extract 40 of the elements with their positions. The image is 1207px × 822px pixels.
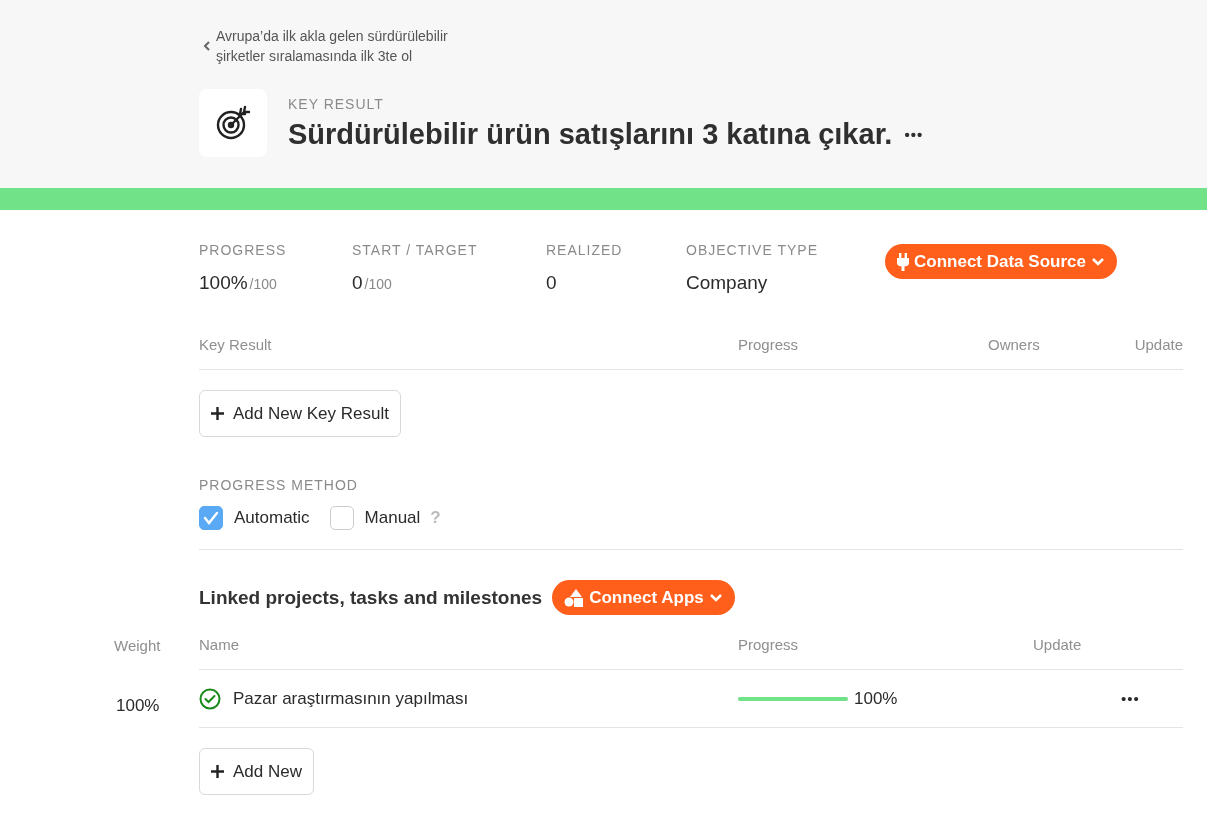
- stat-value: 100%/100: [199, 272, 278, 294]
- stat-value: 0/100: [352, 272, 393, 294]
- option-label: Manual: [364, 508, 421, 528]
- column-header: Update: [1033, 636, 1183, 670]
- plus-icon: [211, 407, 224, 420]
- more-button[interactable]: •••: [904, 125, 924, 143]
- plug-icon: [897, 252, 909, 271]
- add-new-button[interactable]: Add New: [199, 748, 314, 795]
- chevron-left-icon: [203, 40, 211, 52]
- chevron-down-icon: [1090, 256, 1105, 267]
- column-header: Name: [199, 636, 738, 670]
- column-header: Key Result: [199, 336, 273, 353]
- stat-label: REALIZED: [546, 242, 624, 258]
- section-label: PROGRESS METHOD: [199, 477, 359, 493]
- checkbox[interactable]: [199, 506, 223, 530]
- column-header: Progress: [738, 336, 800, 353]
- column-header: Owners: [988, 336, 1041, 353]
- stat-value: 0: [546, 272, 558, 294]
- column-header: Weight: [113, 636, 162, 654]
- weight-value: 100%: [115, 695, 161, 717]
- option-label: Automatic: [234, 508, 310, 528]
- stat-value: Company: [686, 272, 769, 294]
- more-button[interactable]: •••: [1121, 690, 1140, 707]
- progress-value: 100%: [854, 688, 898, 709]
- stat-label: START / TARGET: [352, 242, 479, 258]
- add-key-result-button[interactable]: Add New Key Result: [199, 390, 401, 437]
- column-header: Update: [1134, 336, 1183, 353]
- chevron-down-icon: [708, 592, 723, 603]
- section-title: Linked projects, tasks and milestones: [199, 586, 543, 609]
- column-header: Progress: [738, 636, 1033, 670]
- checkbox[interactable]: [329, 506, 354, 530]
- shapes-icon: [564, 588, 585, 607]
- back-link[interactable]: Avrupa’da ilk akla gelen sürdürülebilir şirketler sıralamasında ilk 3te ol: [203, 26, 486, 66]
- task-name[interactable]: Pazar araştırmasının yapılması: [233, 688, 469, 709]
- stat-label: PROGRESS: [199, 242, 288, 258]
- key-result-title: Sürdürülebilir ürün satışlarını 3 katına çıkar.: [288, 117, 893, 151]
- target-icon: [214, 104, 252, 142]
- stat-label: OBJECTIVE TYPE: [686, 242, 819, 258]
- plus-icon: [211, 765, 224, 778]
- eyebrow-label: KEY RESULT: [288, 95, 385, 112]
